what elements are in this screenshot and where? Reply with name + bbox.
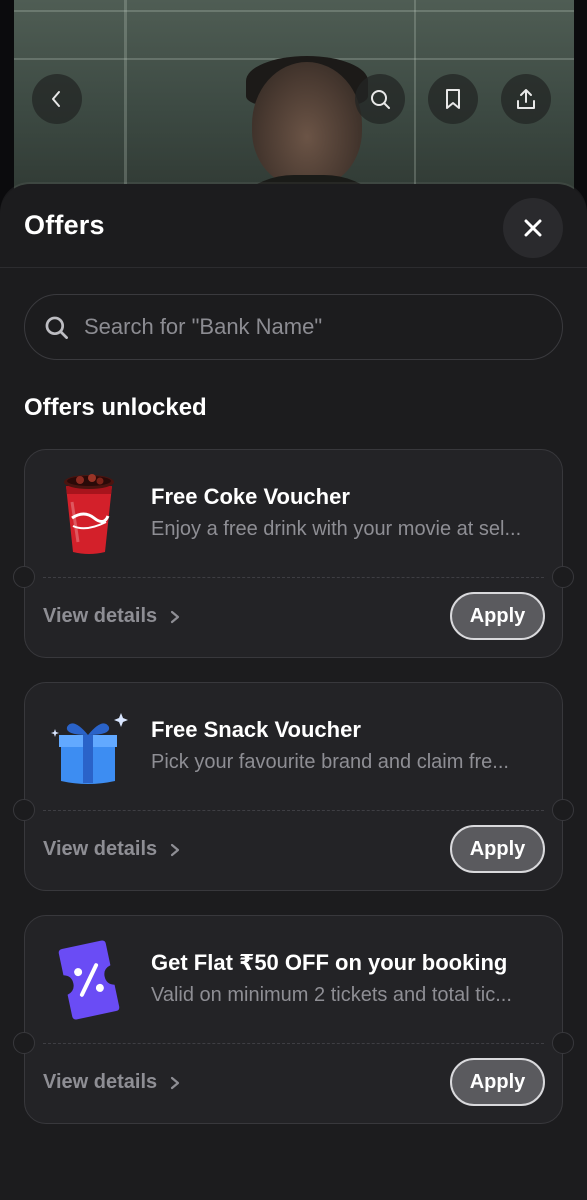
close-button[interactable] (503, 198, 563, 258)
gift-box-icon (47, 705, 131, 789)
offer-description: Enjoy a free drink with your movie at se… (151, 518, 522, 540)
share-icon (517, 89, 535, 109)
bookmark-icon (446, 89, 460, 109)
search-button[interactable] (355, 74, 405, 124)
view-details-link[interactable]: View details (43, 838, 181, 861)
apply-button[interactable]: Apply (450, 592, 545, 640)
apply-button[interactable]: Apply (450, 825, 545, 873)
view-details-label: View details (43, 605, 158, 627)
back-arrow-icon (52, 91, 60, 107)
dashed-divider (43, 1043, 544, 1044)
search-icon (371, 90, 390, 109)
back-button[interactable] (32, 74, 82, 124)
search-icon (45, 316, 68, 339)
search-bar[interactable] (24, 294, 563, 360)
offer-card[interactable]: Free Coke Voucher Enjoy a free drink wit… (13, 449, 574, 658)
dashed-divider (43, 577, 544, 578)
offer-title: Get Flat ₹50 OFF on your booking (151, 950, 508, 975)
offer-description: Pick your favourite brand and claim fre.… (151, 751, 509, 773)
apply-button[interactable]: Apply (450, 1058, 545, 1106)
offer-description: Valid on minimum 2 tickets and total tic… (151, 984, 512, 1006)
close-icon (524, 219, 542, 237)
view-details-label: View details (43, 1071, 158, 1093)
offer-title: Free Coke Voucher (151, 484, 350, 509)
share-button[interactable] (501, 74, 551, 124)
offer-card[interactable]: Get Flat ₹50 OFF on your booking Valid o… (13, 915, 574, 1124)
chevron-right-icon (171, 1076, 180, 1089)
screen: Offers Offers unlocked (0, 0, 587, 1200)
dashed-divider (43, 810, 544, 811)
discount-ticket-icon (47, 938, 131, 1022)
sheet-title: Offers (24, 210, 105, 240)
offers-unlocked-heading: Offers unlocked (24, 394, 207, 421)
chevron-right-icon (171, 843, 180, 856)
chevron-right-icon (171, 610, 180, 623)
view-details-link[interactable]: View details (43, 605, 181, 628)
view-details-link[interactable]: View details (43, 1071, 181, 1094)
offer-card[interactable]: Free Snack Voucher Pick your favourite b… (13, 682, 574, 891)
bookmark-button[interactable] (428, 74, 478, 124)
offers-sheet: Offers Offers unlocked (0, 184, 587, 1200)
coke-cup-icon (47, 472, 131, 556)
offer-title: Free Snack Voucher (151, 717, 361, 742)
search-input[interactable] (84, 314, 562, 340)
view-details-label: View details (43, 838, 158, 860)
sheet-header: Offers (0, 184, 587, 268)
